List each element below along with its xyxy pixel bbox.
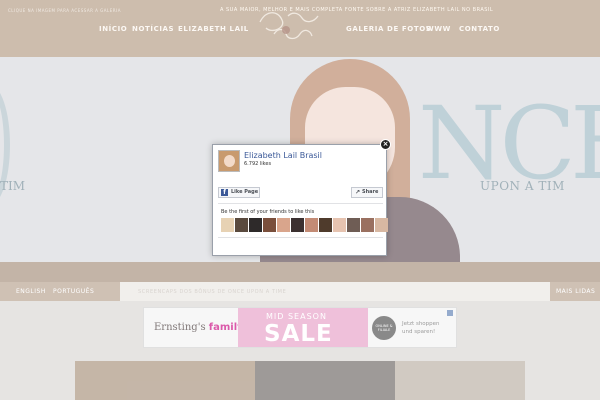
ad-cta-line1: Jetzt shoppen — [402, 321, 440, 327]
nav-galeria[interactable]: GALERIA DE FOTOS — [346, 25, 431, 33]
ad-brand-prefix: Ernsting's — [154, 322, 206, 333]
ad-cta[interactable]: Jetzt shoppen und sparen! — [402, 320, 440, 336]
hero-upon-text: UPON A TIM — [480, 179, 565, 193]
nav-www[interactable]: WWW — [426, 25, 451, 33]
share-icon: ↗ — [355, 189, 361, 196]
ad-sale-text: SALE — [264, 321, 333, 347]
page-name-link[interactable]: Elizabeth Lail Brasil — [244, 151, 322, 160]
photo-section-middle — [255, 361, 395, 400]
friend-avatar[interactable] — [319, 218, 332, 232]
page-likes-count: 6.792 likes — [244, 161, 272, 167]
friends-text: Be the first of your friends to like thi… — [221, 209, 315, 215]
nav-noticias[interactable]: NOTÍCIAS — [132, 25, 174, 33]
page-avatar[interactable] — [218, 150, 240, 172]
featured-photo[interactable] — [75, 361, 525, 400]
news-ticker-text[interactable]: SCREENCAPS DOS BÔNUS DE ONCE UPON A TIME — [138, 289, 286, 295]
photo-section-right — [395, 361, 525, 400]
share-button[interactable]: ↗ Share — [351, 187, 383, 198]
photo-section-left — [75, 361, 255, 400]
lang-portugues[interactable]: PORTUGUÊS — [53, 288, 94, 295]
like-page-label: Like Page — [231, 189, 259, 195]
friend-avatar[interactable] — [277, 218, 290, 232]
popup-footer-divider — [218, 237, 383, 238]
gallery-hint: CLIQUE NA IMAGEM PARA ACESSAR A GALERIA — [8, 8, 121, 13]
friend-faces — [221, 218, 388, 232]
friend-avatar[interactable] — [361, 218, 374, 232]
friend-avatar[interactable] — [249, 218, 262, 232]
ad-choices-icon[interactable] — [447, 310, 453, 316]
ad-mid-season: MID SEASON — [266, 312, 327, 321]
info-bar — [0, 262, 600, 282]
lang-english[interactable]: ENGLISH — [16, 288, 46, 295]
nav-elizabeth-lail[interactable]: ELIZABETH LAIL — [178, 25, 249, 33]
facebook-like-popup: Elizabeth Lail Brasil 6.792 likes f Like… — [212, 144, 388, 256]
ad-badge: ONLINE & FILIALE — [372, 316, 396, 340]
friend-avatar[interactable] — [375, 218, 388, 232]
friend-avatar[interactable] — [235, 218, 248, 232]
site-tagline: A SUA MAIOR, MELHOR E MAIS COMPLETA FONT… — [220, 7, 494, 13]
mais-lidas-tab[interactable]: MAIS LIDAS — [556, 288, 595, 295]
nav-contato[interactable]: CONTATO — [459, 25, 500, 33]
friend-avatar[interactable] — [291, 218, 304, 232]
friend-avatar[interactable] — [305, 218, 318, 232]
share-label: Share — [362, 189, 379, 195]
nav-inicio[interactable]: INÍCIO — [99, 25, 127, 33]
hero-left-text: TIM — [0, 179, 26, 193]
ad-brand: Ernsting's family — [154, 322, 244, 333]
ad-cta-line2: und sparen! — [402, 329, 436, 335]
friend-avatar[interactable] — [333, 218, 346, 232]
popup-divider — [218, 203, 383, 204]
friend-avatar[interactable] — [221, 218, 234, 232]
close-icon[interactable]: × — [380, 139, 391, 150]
ad-banner[interactable]: Ernsting's family MID SEASON SALE ONLINE… — [143, 307, 457, 348]
friend-avatar[interactable] — [347, 218, 360, 232]
like-page-button[interactable]: f Like Page — [218, 187, 260, 198]
facebook-icon: f — [221, 189, 228, 196]
friend-avatar[interactable] — [263, 218, 276, 232]
